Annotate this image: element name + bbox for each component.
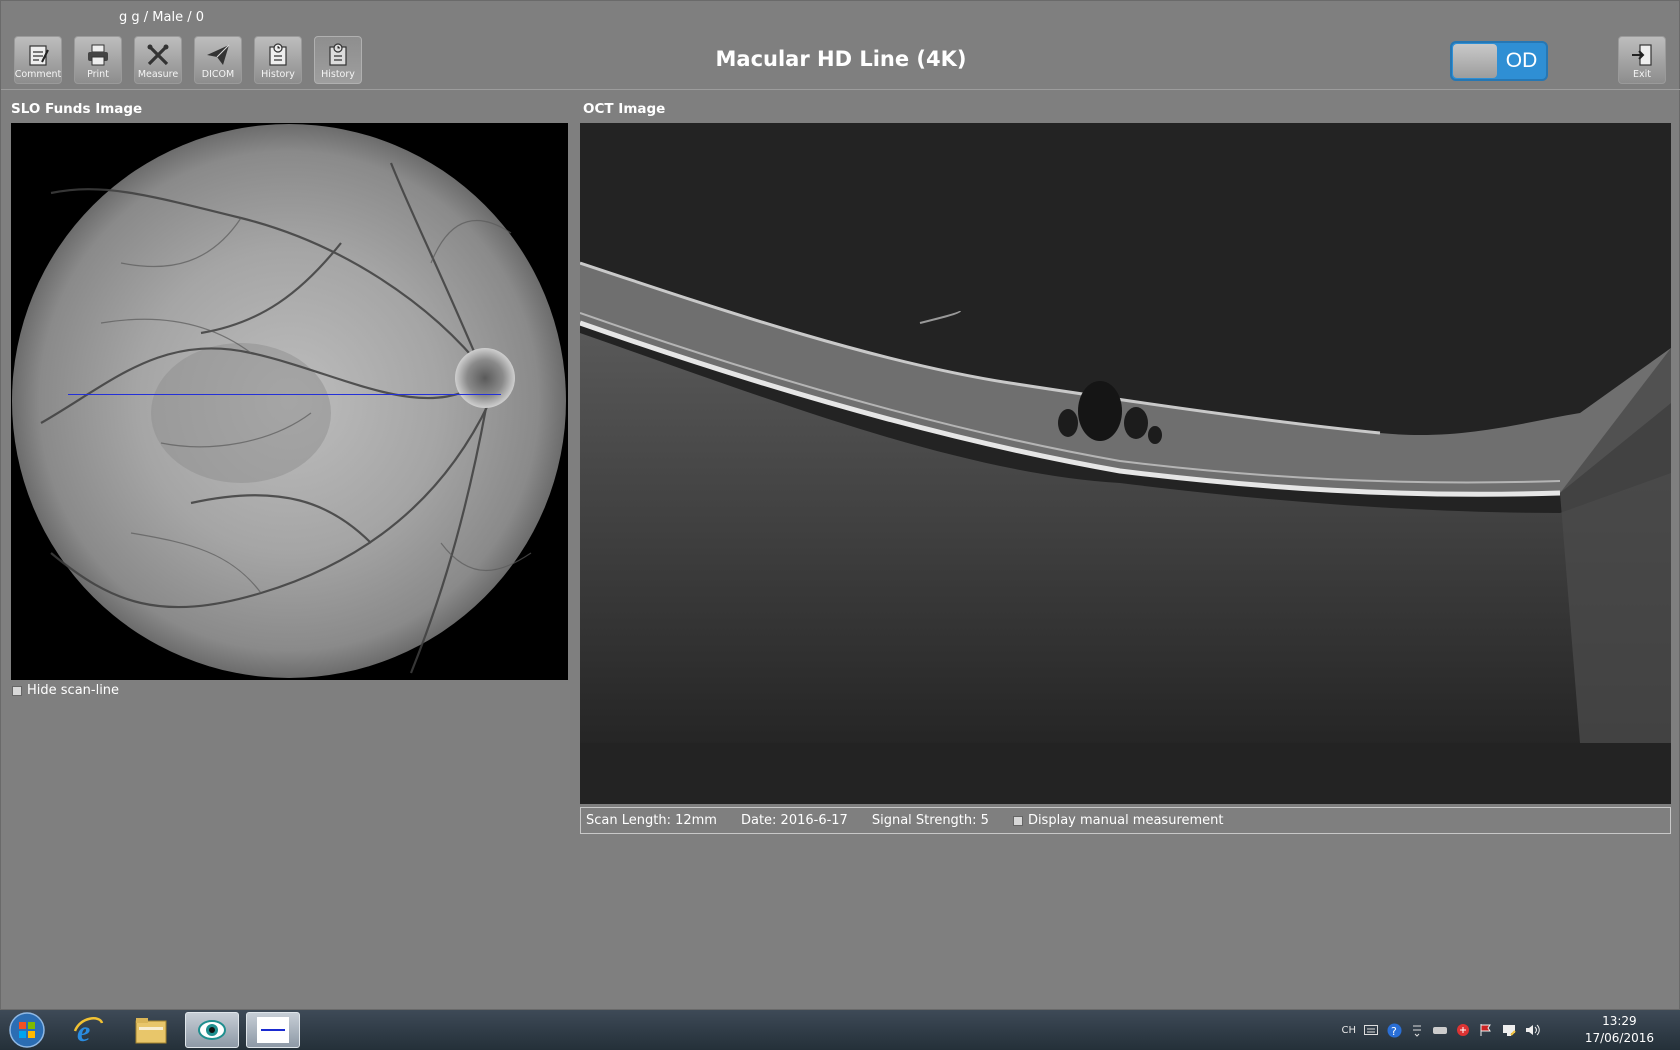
scan-length: Scan Length: 12mm <box>586 813 717 828</box>
start-orb-icon <box>9 1012 45 1048</box>
oct-panel-title: OCT Image <box>583 101 666 117</box>
exit-label: Exit <box>1633 69 1651 80</box>
history-label-active: History <box>321 69 355 80</box>
manual-measurement-label: Display manual measurement <box>1027 813 1224 828</box>
language-indicator[interactable]: CH <box>1341 1025 1356 1036</box>
start-button[interactable] <box>0 1012 54 1048</box>
eye-toggle-switch[interactable]: OD <box>1450 41 1548 81</box>
taskbar-explorer-button[interactable] <box>124 1012 178 1048</box>
manual-measurement-checkbox-row[interactable]: Display manual measurement <box>1012 813 1224 828</box>
tray-menu-icon[interactable] <box>1409 1022 1425 1038</box>
hide-scanline-checkbox[interactable] <box>12 685 22 696</box>
history-label: History <box>261 69 295 80</box>
help-icon[interactable]: ? <box>1386 1022 1402 1038</box>
fundus-image-graphic <box>12 124 566 678</box>
eye-toggle-label: OD <box>1505 49 1538 72</box>
patient-info: g g / Male / 0 <box>119 10 204 25</box>
taskbar-viewer-button[interactable] <box>246 1012 300 1048</box>
signal-strength: Signal Strength: 5 <box>871 813 989 828</box>
page-title: Macular HD Line (4K) <box>715 47 967 71</box>
oct-app-icon <box>198 1020 226 1040</box>
system-tray: CH ? <box>1341 1010 1540 1050</box>
exit-button[interactable]: Exit <box>1618 36 1666 84</box>
slo-fundus-image[interactable] <box>11 123 568 680</box>
scan-date: Date: 2016-6-17 <box>740 813 848 828</box>
hide-scanline-checkbox-row[interactable]: Hide scan-line <box>12 683 119 698</box>
network-icon[interactable] <box>1501 1022 1517 1038</box>
file-explorer-icon <box>135 1018 167 1044</box>
antivirus-icon[interactable] <box>1455 1022 1471 1038</box>
svg-text:?: ? <box>1391 1025 1397 1038</box>
volume-icon[interactable] <box>1524 1022 1540 1038</box>
action-center-flag-icon[interactable] <box>1478 1022 1494 1038</box>
taskbar-clock[interactable]: 13:29 17/06/2016 <box>1585 1013 1654 1047</box>
taskbar-oct-app-button[interactable] <box>185 1012 239 1048</box>
taskbar: e CH ? 13:29 17/06/2016 <box>0 1010 1680 1050</box>
print-label: Print <box>87 69 109 80</box>
internet-explorer-icon: e <box>73 1015 104 1047</box>
oct-image[interactable] <box>580 123 1671 804</box>
scan-line[interactable] <box>68 394 501 395</box>
header-divider <box>1 89 1680 90</box>
toggle-knob[interactable] <box>1453 44 1497 78</box>
clock-date: 17/06/2016 <box>1584 1031 1654 1045</box>
slo-panel-title: SLO Funds Image <box>11 101 143 117</box>
taskbar-ie-button[interactable]: e <box>62 1012 116 1048</box>
keyboard-icon[interactable] <box>1363 1022 1379 1038</box>
oct-scan-graphic <box>580 123 1671 804</box>
oct-info-bar: Scan Length: 12mm Date: 2016-6-17 Signal… <box>580 807 1671 834</box>
hide-scanline-label: Hide scan-line <box>27 683 120 698</box>
dicom-label: DICOM <box>201 69 235 80</box>
manual-measurement-checkbox[interactable] <box>1012 815 1023 826</box>
clock-time: 13:29 <box>1602 1014 1637 1028</box>
application-window: g g / Male / 0 Comment Print Measure DIC… <box>0 0 1680 1010</box>
exit-icon <box>1632 44 1652 66</box>
comment-label: Comment <box>14 69 62 80</box>
scan-viewer-icon <box>257 1017 289 1043</box>
drive-icon[interactable] <box>1432 1022 1448 1038</box>
measure-label: Measure <box>137 69 179 80</box>
